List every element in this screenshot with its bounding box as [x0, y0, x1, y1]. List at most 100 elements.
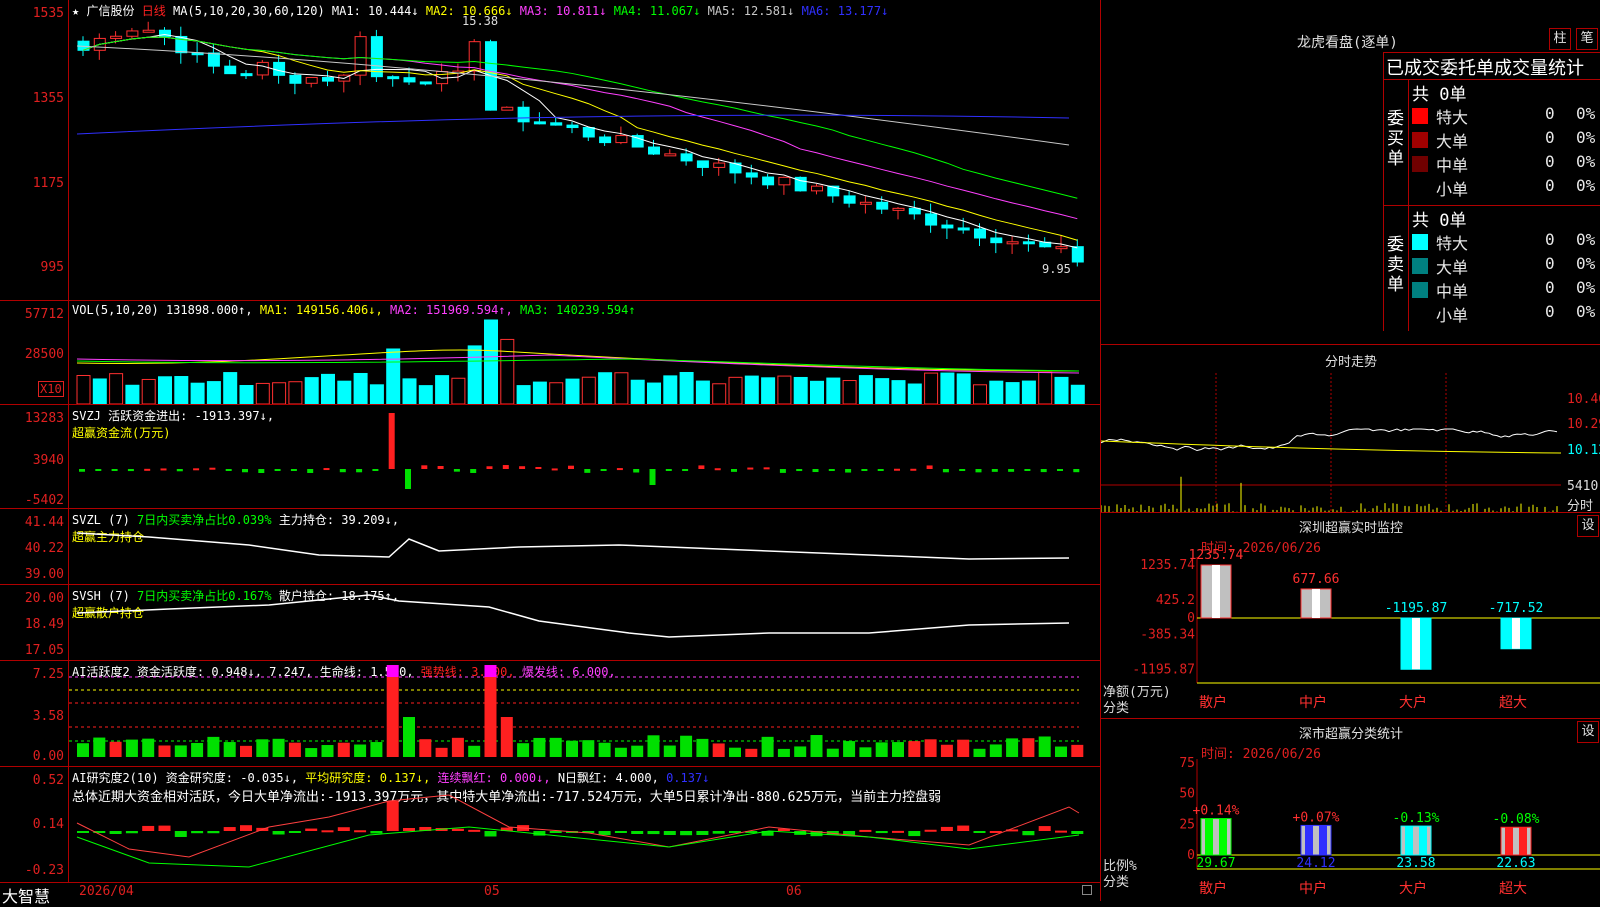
price-axis: 1535 1355 1175 995 [0, 0, 69, 300]
candle-body [925, 213, 938, 226]
candle-body [517, 106, 530, 123]
volume-bar [1070, 384, 1085, 405]
row-pct: 0% [1576, 278, 1596, 297]
volume-chart[interactable] [69, 301, 1100, 405]
flow-bar [682, 469, 689, 471]
intraday-panel[interactable]: 分时走势 10.40 10.29 10.12 5410 分时 [1100, 344, 1600, 514]
svzj-tick: 13283 [24, 411, 64, 426]
research-bar [386, 801, 399, 831]
classify-tick: 50 [1179, 787, 1195, 802]
ai-activity-chart[interactable] [69, 661, 1100, 767]
candle-body [762, 176, 775, 186]
candle-body [354, 36, 367, 76]
flow-bar [372, 469, 379, 471]
ai-activity-pane[interactable]: 7.25 3.58 0.00 AI活跃度2 资金活跃度: 0.948↓, 7.2… [0, 660, 1100, 767]
research-bar [614, 831, 627, 833]
volume-bar [826, 377, 841, 405]
volume-pane[interactable]: 57712 28500 X10 VOL(5,10,20) 131898.000↑… [0, 300, 1100, 405]
svsh-chart[interactable] [69, 585, 1100, 661]
svsh-axis: 20.00 18.49 17.05 [0, 585, 69, 661]
candle-body [680, 153, 693, 162]
research-bar [859, 829, 872, 832]
volume-bar [630, 379, 645, 405]
research-bar [1071, 831, 1084, 835]
flow-bar [714, 468, 721, 471]
svzj-pane[interactable]: 13283 3940 -5402 SVZJ 活跃资金进出: -1913.397↓… [0, 404, 1100, 509]
volume-bar [206, 381, 221, 405]
buy-row: 大单 0 0% [1384, 128, 1600, 152]
flow-bar [600, 469, 607, 471]
vol-ma-line [76, 354, 1080, 374]
svzl-chart[interactable] [69, 509, 1100, 585]
ai-research-tick: -0.23 [24, 863, 64, 878]
candle-body [273, 61, 286, 76]
intraday-tick: 10.12 [1567, 443, 1600, 458]
flow-bar [731, 469, 737, 472]
flow-bar [568, 465, 574, 469]
flow-bar [861, 469, 868, 471]
research-bar [354, 830, 367, 833]
svsh-pane[interactable]: 20.00 18.49 17.05 SVSH (7) 7日内买卖净占比0.167… [0, 584, 1100, 661]
volume-bar [565, 378, 580, 405]
classify-pct-label: -0.13% [1393, 811, 1440, 826]
intraday-tick: 10.29 [1567, 417, 1600, 432]
research-bar [631, 831, 644, 834]
intraday-chart[interactable] [1101, 373, 1600, 513]
tick-mode-button[interactable]: 笔 [1576, 28, 1598, 50]
classify-category-label: 大户 [1399, 880, 1427, 897]
ai-research-pane[interactable]: 0.52 0.14 -0.23 AI研究度2(10) 资金研究度: -0.035… [0, 766, 1100, 883]
ai-research-chart[interactable] [69, 767, 1100, 883]
activity-bar [207, 736, 220, 757]
row-name: 大单 [1436, 258, 1469, 277]
volume-bar [451, 377, 466, 405]
volume-bar [647, 382, 661, 405]
flow-bar [616, 468, 623, 471]
flow-bar [470, 469, 477, 473]
candle-body [403, 77, 416, 83]
candle-body [859, 201, 872, 205]
volume-bar [679, 371, 694, 405]
row-value: 0 [1545, 152, 1555, 171]
research-bar [207, 831, 220, 834]
research-bar [158, 825, 171, 831]
flow-bar [1073, 469, 1080, 473]
volume-bar [614, 372, 629, 405]
volume-bar [321, 373, 335, 405]
row-pct: 0% [1576, 302, 1596, 321]
monitor-chart[interactable]: 1235.74 425.2 0 -385.34 -1195.87 1235.74 散户 677… [1101, 513, 1600, 719]
research-bar [403, 827, 415, 831]
flow-bar [747, 467, 754, 470]
buy-block: 委买单 共 0单 特大 0 0% 大单 0 0% 中单 0 0% 小单 0 0% [1383, 79, 1600, 206]
activity-bar [354, 744, 367, 757]
flow-bar [991, 469, 998, 472]
research-bar [680, 831, 693, 836]
svzl-pane[interactable]: 41.44 40.22 39.00 SVZL (7) 7日内买卖净占比0.039… [0, 508, 1100, 585]
kline-chart[interactable] [69, 0, 1100, 300]
classify-category-label: 散户 [1199, 880, 1227, 897]
classify-panel[interactable]: 深市超赢分类统计 设 时间: 2026/06/26 比例% 分类 75 50 25 0… [1100, 718, 1600, 901]
candle-body [419, 81, 432, 85]
candle-body [664, 153, 677, 157]
research-bar [337, 827, 350, 831]
monitor-tick: 0 [1187, 611, 1195, 626]
candle-body [599, 136, 612, 144]
row-name: 特大 [1436, 234, 1469, 253]
svzj-chart[interactable] [69, 405, 1100, 509]
extra-large-swatch [1412, 108, 1428, 124]
ai-research-axis: 0.52 0.14 -0.23 [0, 767, 69, 883]
monitor-panel[interactable]: 深圳超赢实时监控 设 时间: 2026/06/26 净额(万元) 分类 1235… [1100, 512, 1600, 719]
flow-bar [926, 465, 933, 469]
svzj-tick: -5402 [24, 493, 64, 508]
activity-bar [1022, 738, 1035, 757]
research-bar [1022, 831, 1035, 836]
activity-bar [158, 745, 171, 757]
bar-mode-button[interactable]: 柱 [1549, 28, 1571, 50]
svsh-tick: 18.49 [24, 617, 64, 632]
kline-pane[interactable]: 1535 1355 1175 995 ★ 广信股份 日线 MA(5,10,20,… [0, 0, 1100, 300]
row-name: 大单 [1436, 132, 1469, 151]
lock-icon[interactable] [1082, 885, 1092, 895]
classify-chart[interactable]: 75 50 25 0 +0.14% 29.67 散户 +0.07% 24.12 中户 -0.13% 2… [1101, 719, 1600, 901]
activity-bar [533, 737, 546, 757]
candle-body [941, 224, 954, 229]
research-bar [191, 831, 204, 834]
